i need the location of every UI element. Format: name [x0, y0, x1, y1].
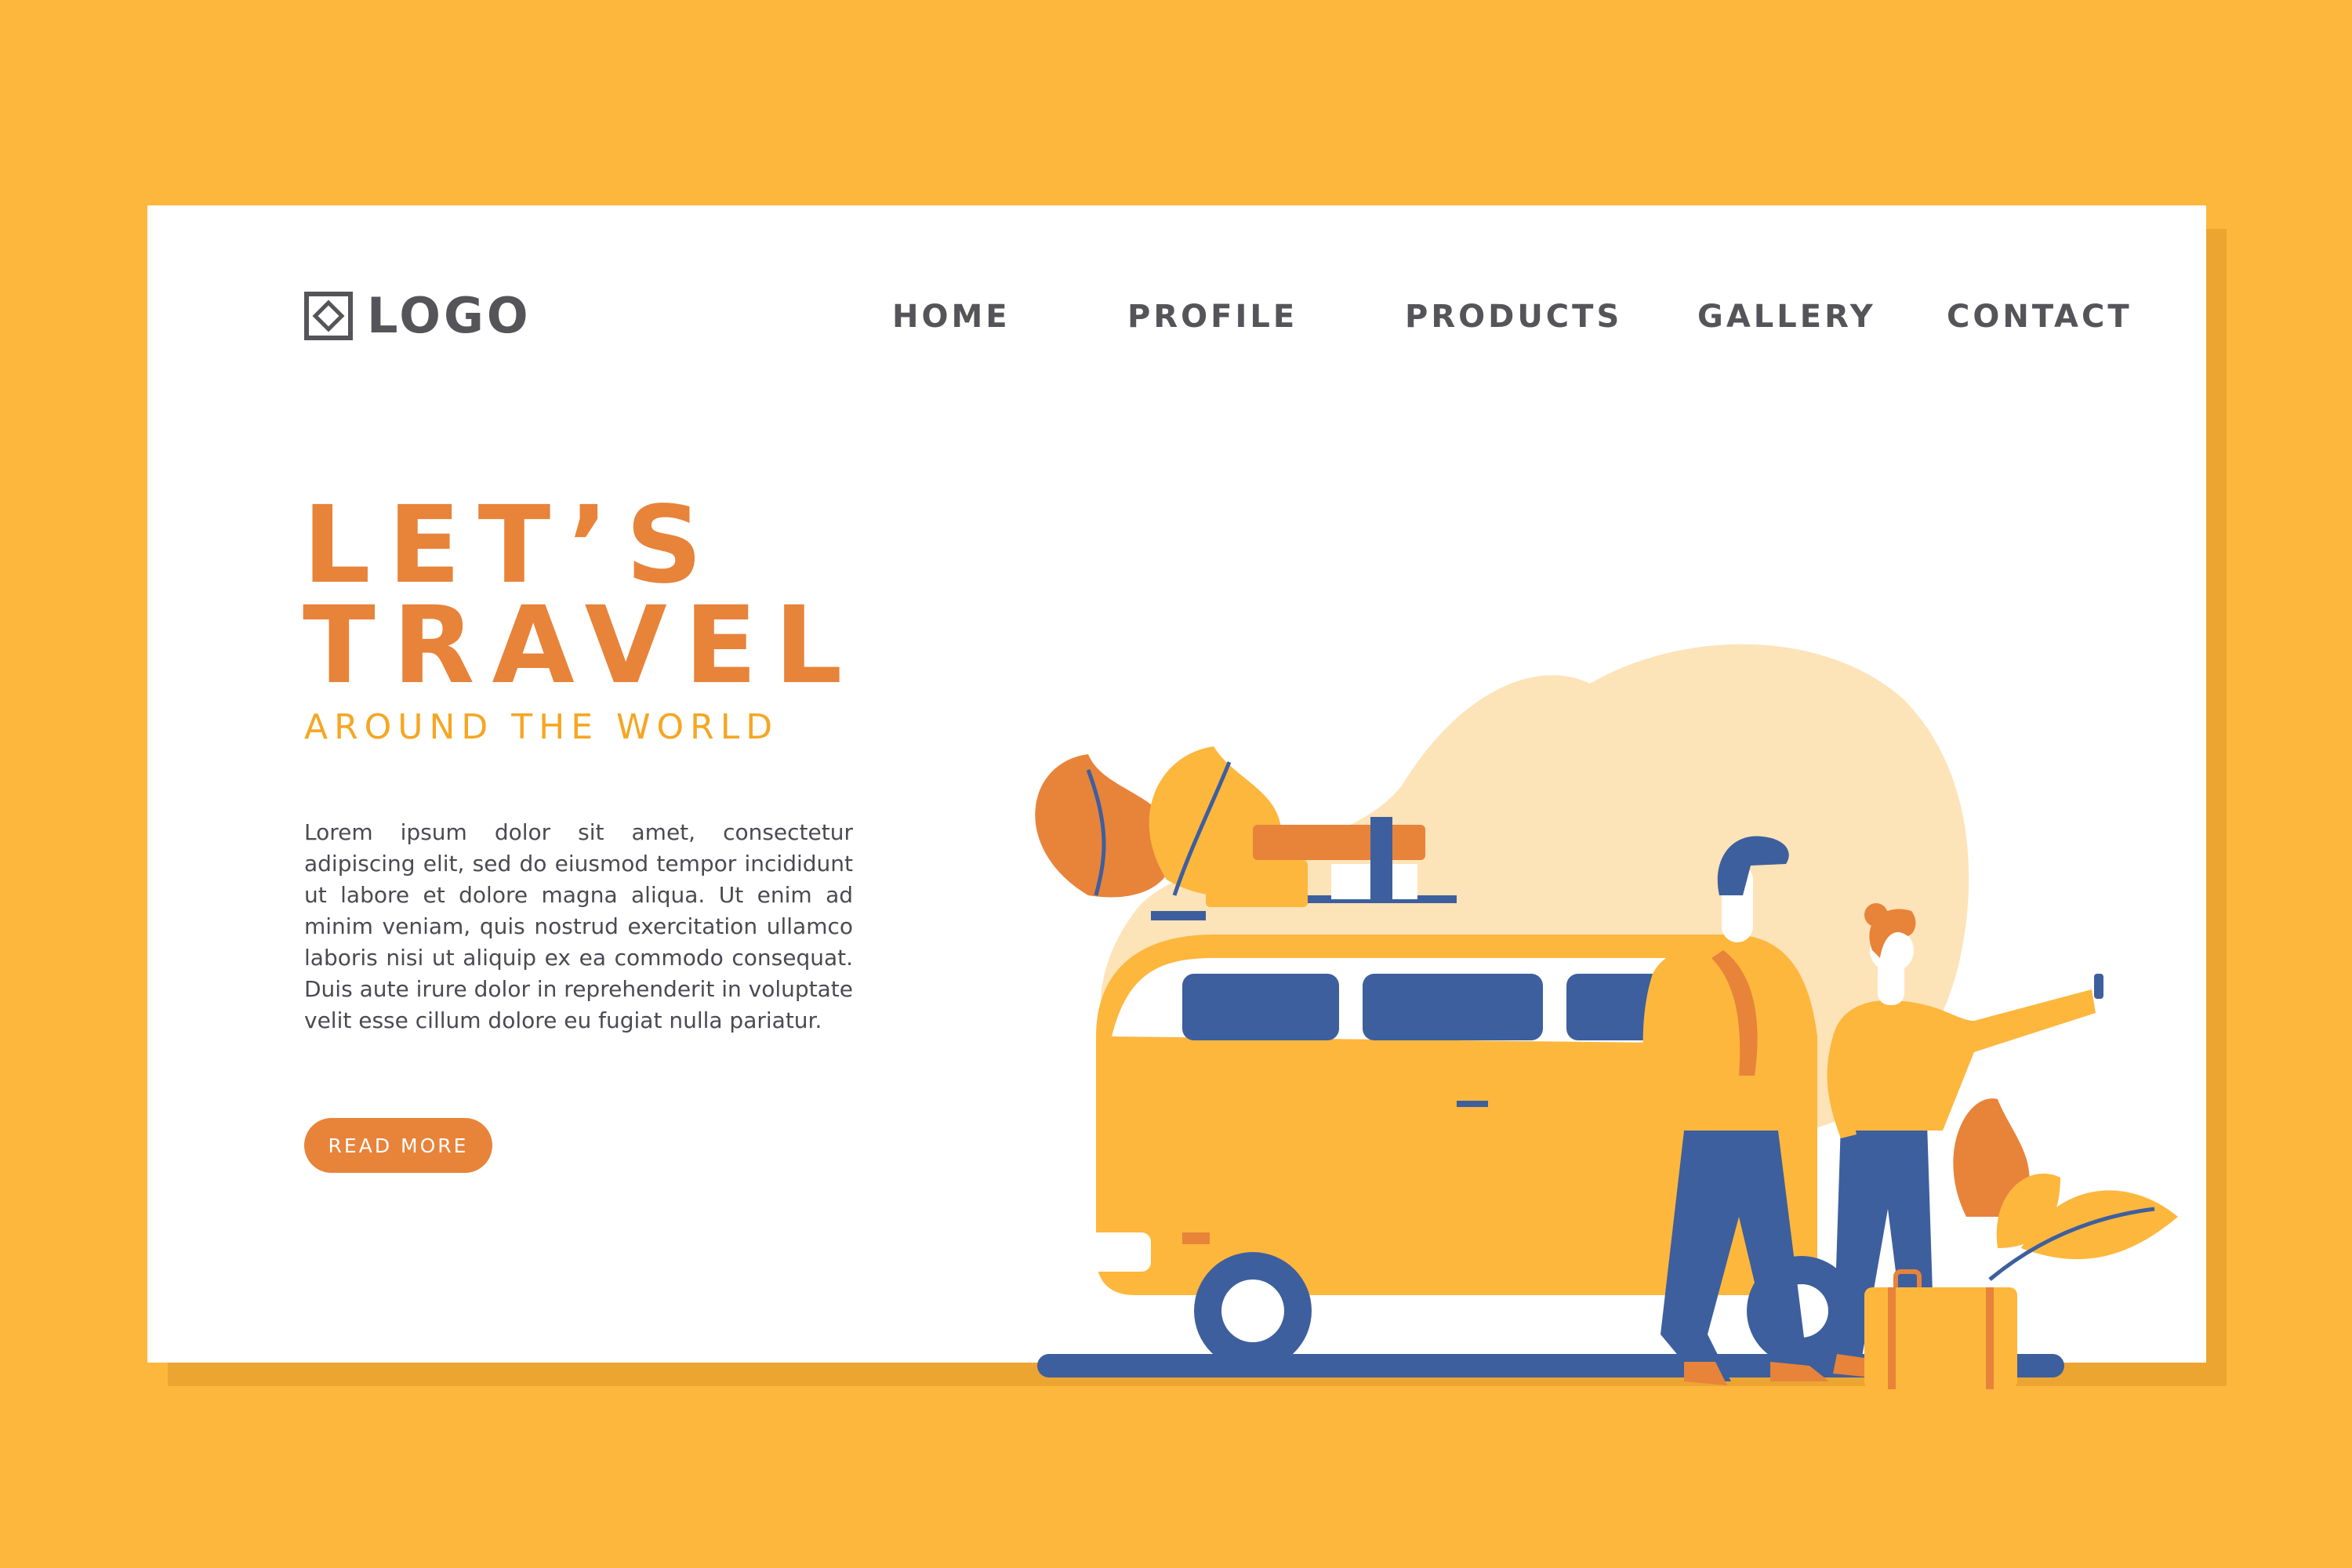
nav-products[interactable]: PRODUCTS [1405, 301, 1622, 332]
logo[interactable]: LOGO [304, 292, 532, 340]
hero-subheadline: AROUND THE WORLD [304, 707, 779, 747]
nav-home[interactable]: HOME [892, 301, 1011, 332]
diamond-logo-icon [304, 292, 353, 340]
suitcase-icon [1864, 1269, 2017, 1389]
travel-illustration [1035, 644, 2178, 1389]
nav-contact[interactable]: CONTACT [1947, 301, 2132, 332]
headline-line-1: LET’S [303, 484, 720, 608]
landing-page-card: LOGO HOME PROFILE PRODUCTS GALLERY CONTA… [147, 205, 2206, 1389]
logo-text: LOGO [367, 287, 532, 344]
headline-line-2: TRAVEL [303, 584, 860, 708]
nav-gallery[interactable]: GALLERY [1697, 301, 1876, 332]
nav-profile[interactable]: PROFILE [1127, 301, 1298, 332]
hero-body-text: Lorem ipsum dolor sit amet, consectetur … [304, 819, 853, 1033]
plant-right-icon [1953, 1098, 2178, 1281]
hero-headline: LET’S TRAVEL [303, 484, 860, 708]
read-more-button[interactable]: READ MORE [304, 1118, 492, 1173]
